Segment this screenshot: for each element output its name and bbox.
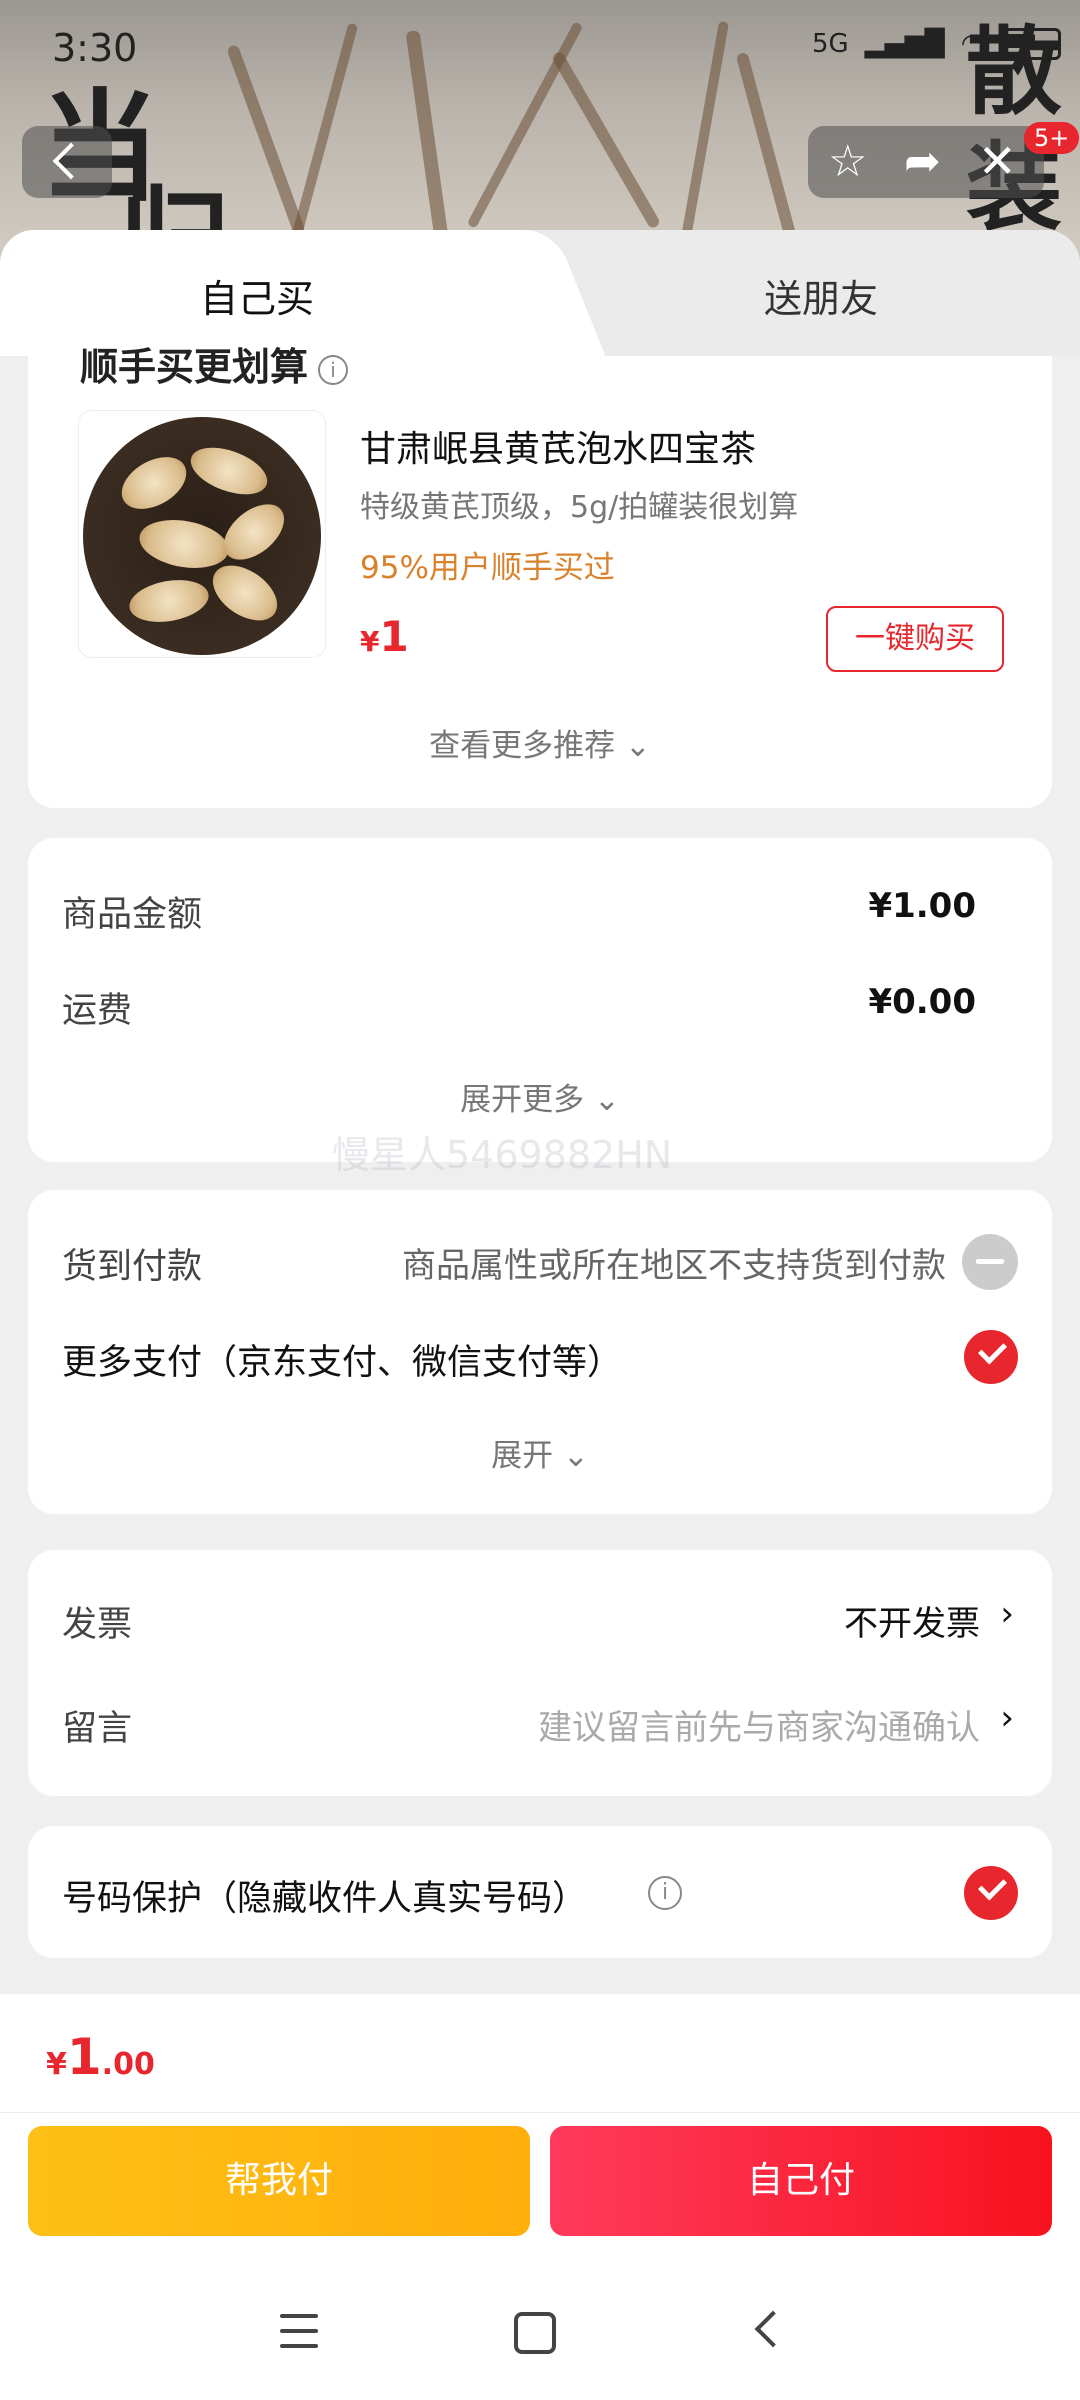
chevron-right-icon[interactable]: › [1000, 1594, 1014, 1634]
battery-icon [999, 28, 1062, 60]
recommend-title: 顺手买更划算 i [80, 336, 349, 391]
invoice-value[interactable]: 不开发票 [844, 1596, 980, 1645]
product-image[interactable] [78, 410, 326, 658]
watermark-text: 慢星人5469882HN [332, 1133, 673, 1177]
tab-buy-self-label[interactable]: 自己买 [200, 268, 314, 323]
expand-amount-link[interactable]: 展开更多 ⌄ [28, 1074, 1052, 1119]
privacy-check-icon[interactable] [964, 1866, 1018, 1920]
message-label: 留言 [62, 1709, 133, 1749]
message-input[interactable]: 建议留言前先与商家沟通确认 [538, 1700, 980, 1749]
privacy-label: 号码保护（隐藏收件人真实号码） [62, 1879, 588, 1919]
total-currency: ¥ [46, 2047, 67, 2082]
total-dec: .00 [101, 2047, 155, 2082]
one-click-buy-button[interactable]: 一键购买 [826, 606, 1004, 672]
product-name[interactable]: 甘肃岷县黄芪泡水四宝茶 [360, 420, 756, 472]
close-icon[interactable]: ✕ [978, 134, 1017, 188]
system-nav-bar [0, 2274, 1080, 2400]
product-desc: 特级黄芪顶级，5g/拍罐装很划算 [360, 490, 799, 525]
wifi-icon: ◠ [960, 29, 984, 59]
cart-badge: 5+ [1024, 122, 1080, 154]
more-payment-label[interactable]: 更多支付（京东支付、微信支付等） [62, 1334, 622, 1385]
amount-card: 商品金额 ¥1.00 运费 ¥0.00 展开更多 ⌄ [28, 838, 1052, 1162]
help-pay-button[interactable]: 帮我付 [28, 2126, 530, 2236]
tab-gift-friend-label[interactable]: 送朋友 [764, 268, 878, 323]
share-icon[interactable]: ➦ [904, 136, 941, 187]
product-bought-rate: 95%用户顺手买过 [360, 550, 615, 586]
more-recommend-link[interactable]: 查看更多推荐 ⌄ [28, 720, 1052, 765]
recommend-title-text: 顺手买更划算 [80, 345, 309, 389]
back-button[interactable] [22, 126, 112, 198]
shipping-value: ¥0.00 [868, 982, 976, 1022]
info-icon[interactable]: i [318, 354, 349, 385]
total-price: ¥1.00 [46, 2028, 155, 2086]
network-icon: 5G [812, 29, 849, 59]
goods-amount-label: 商品金额 [62, 895, 203, 935]
back-nav-icon[interactable] [754, 2310, 792, 2348]
payment-card: 货到付款 商品属性或所在地区不支持货到付款 更多支付（京东支付、微信支付等） 展… [28, 1190, 1052, 1514]
status-time: 3:30 [52, 26, 138, 70]
divider [0, 2112, 1080, 2113]
price-currency: ¥ [360, 625, 380, 658]
home-icon[interactable] [514, 2312, 556, 2354]
shipping-label: 运费 [62, 991, 133, 1031]
total-int: 1 [66, 2028, 102, 2086]
chevron-right-icon[interactable]: › [1000, 1698, 1014, 1738]
star-icon[interactable]: ☆ [828, 136, 867, 187]
info-icon[interactable]: i [648, 1876, 682, 1910]
expand-payment-link[interactable]: 展开 ⌄ [28, 1430, 1052, 1475]
invoice-card: 发票 不开发票 › 留言 建议留言前先与商家沟通确认 › [28, 1550, 1052, 1796]
product-price: ¥1 [360, 612, 409, 661]
privacy-card: 号码保护（隐藏收件人真实号码） i [28, 1826, 1052, 1958]
more-payment-check-icon[interactable] [964, 1330, 1018, 1384]
goods-amount-value: ¥1.00 [868, 886, 976, 926]
menu-icon[interactable] [280, 2314, 318, 2348]
top-actions: ☆ ➦ ✕ [808, 126, 1044, 198]
status-bar: 3:30 5G ▂▄▆█ ◠ [0, 0, 1080, 100]
back-arrow-icon [52, 142, 90, 180]
price-value: 1 [379, 612, 409, 661]
signal-icon: ▂▄▆█ [864, 29, 945, 59]
invoice-label: 发票 [62, 1605, 133, 1645]
cod-note: 商品属性或所在地区不支持货到付款 [402, 1246, 946, 1286]
cod-disabled-icon [962, 1234, 1018, 1290]
recommend-card: 顺手买更划算 i 甘肃岷县黄芪泡水四宝茶 特级黄芪顶级，5g/拍罐装很划算 95%… [28, 345, 1052, 808]
bottom-bar: ¥1.00 帮我付 自己付 [0, 1994, 1080, 2400]
cod-label: 货到付款 [62, 1247, 203, 1287]
self-pay-button[interactable]: 自己付 [550, 2126, 1052, 2236]
